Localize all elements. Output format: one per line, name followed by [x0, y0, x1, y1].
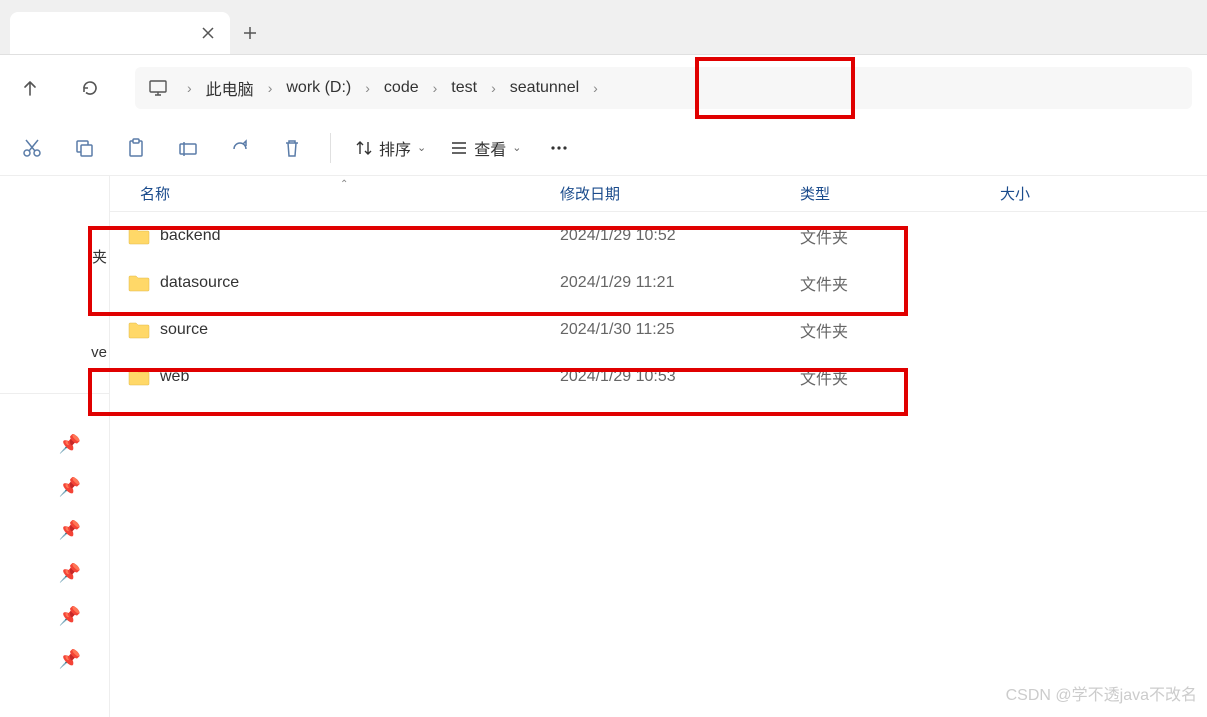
- table-row[interactable]: web2024/1/29 10:53文件夹: [110, 353, 1207, 400]
- toolbar: 排序 ⌄ 查看 ⌄: [0, 120, 1207, 176]
- copy-icon[interactable]: [70, 134, 98, 162]
- file-date: 2024/1/29 10:52: [560, 227, 800, 245]
- file-type: 文件夹: [800, 365, 1000, 389]
- chevron-right-icon[interactable]: ›: [177, 80, 202, 96]
- pin-icon[interactable]: 📌: [59, 477, 109, 498]
- pin-icon[interactable]: 📌: [59, 563, 109, 584]
- chevron-right-icon[interactable]: ›: [258, 80, 283, 96]
- file-list: ⌃ 名称 修改日期 类型 大小 backend2024/1/29 10:52文件…: [110, 176, 1207, 717]
- sidebar-item[interactable]: ve: [91, 344, 109, 361]
- file-name: web: [160, 368, 560, 386]
- file-date: 2024/1/30 11:25: [560, 321, 800, 339]
- paste-icon[interactable]: [122, 134, 150, 162]
- chevron-down-icon: ⌄: [512, 141, 521, 154]
- table-row[interactable]: backend2024/1/29 10:52文件夹: [110, 212, 1207, 259]
- breadcrumb-root[interactable]: 此电脑: [202, 76, 258, 100]
- file-name: backend: [160, 227, 560, 245]
- rename-icon[interactable]: [174, 134, 202, 162]
- table-row[interactable]: datasource2024/1/29 11:21文件夹: [110, 259, 1207, 306]
- add-tab-button[interactable]: [230, 12, 270, 54]
- watermark: CSDN @学不透java不改名: [1006, 681, 1197, 705]
- cut-icon[interactable]: [18, 134, 46, 162]
- breadcrumb-item[interactable]: test: [447, 79, 481, 97]
- address-bar[interactable]: › 此电脑 › work (D:) › code › test › seatun…: [135, 67, 1192, 109]
- sidebar: 夹 ve 📌 📌 📌 📌 📌 📌: [0, 176, 110, 717]
- col-name[interactable]: 名称: [110, 183, 560, 204]
- file-type: 文件夹: [800, 224, 1000, 248]
- file-type: 文件夹: [800, 271, 1000, 295]
- col-size[interactable]: 大小: [1000, 183, 1207, 204]
- tabs-row: [0, 0, 1207, 55]
- separator: [0, 393, 109, 394]
- chevron-right-icon[interactable]: ›: [355, 80, 380, 96]
- close-icon[interactable]: [198, 23, 218, 43]
- highlight-seatunnel: [695, 57, 855, 119]
- col-date[interactable]: 修改日期: [560, 183, 800, 204]
- file-type: 文件夹: [800, 318, 1000, 342]
- more-icon[interactable]: [545, 134, 573, 162]
- delete-icon[interactable]: [278, 134, 306, 162]
- col-type[interactable]: 类型: [800, 183, 1000, 204]
- sort-indicator-icon: ⌃: [340, 179, 348, 190]
- sort-button[interactable]: 排序 ⌄: [355, 136, 426, 160]
- sort-label: 排序: [379, 136, 411, 160]
- column-headers[interactable]: ⌃ 名称 修改日期 类型 大小: [110, 176, 1207, 212]
- file-name: datasource: [160, 274, 560, 292]
- file-date: 2024/1/29 11:21: [560, 274, 800, 292]
- table-row[interactable]: source2024/1/30 11:25文件夹: [110, 306, 1207, 353]
- breadcrumb-item[interactable]: work (D:): [282, 79, 355, 97]
- share-icon[interactable]: [226, 134, 254, 162]
- breadcrumb-item[interactable]: seatunnel: [506, 79, 583, 97]
- sidebar-item[interactable]: 夹: [92, 246, 109, 267]
- current-tab[interactable]: [10, 12, 230, 54]
- pin-icon[interactable]: 📌: [59, 649, 109, 670]
- refresh-button[interactable]: [75, 73, 105, 103]
- monitor-icon: [145, 75, 171, 101]
- pin-icon[interactable]: 📌: [59, 520, 109, 541]
- file-date: 2024/1/29 10:53: [560, 368, 800, 386]
- breadcrumb-item[interactable]: code: [380, 79, 423, 97]
- pin-icon[interactable]: 📌: [59, 606, 109, 627]
- chevron-right-icon[interactable]: ›: [583, 80, 608, 96]
- file-name: source: [160, 321, 560, 339]
- pin-icon[interactable]: 📌: [59, 434, 109, 455]
- view-button[interactable]: 查看 ⌄: [450, 136, 521, 160]
- view-label: 查看: [474, 136, 506, 160]
- chevron-down-icon: ⌄: [417, 141, 426, 154]
- nav-row: › 此电脑 › work (D:) › code › test › seatun…: [0, 55, 1207, 120]
- up-button[interactable]: [15, 73, 45, 103]
- chevron-right-icon[interactable]: ›: [481, 80, 506, 96]
- chevron-right-icon[interactable]: ›: [423, 80, 448, 96]
- main-area: 夹 ve 📌 📌 📌 📌 📌 📌 ⌃ 名称 修改日期 类型 大小 backend…: [0, 176, 1207, 717]
- separator: [330, 133, 331, 163]
